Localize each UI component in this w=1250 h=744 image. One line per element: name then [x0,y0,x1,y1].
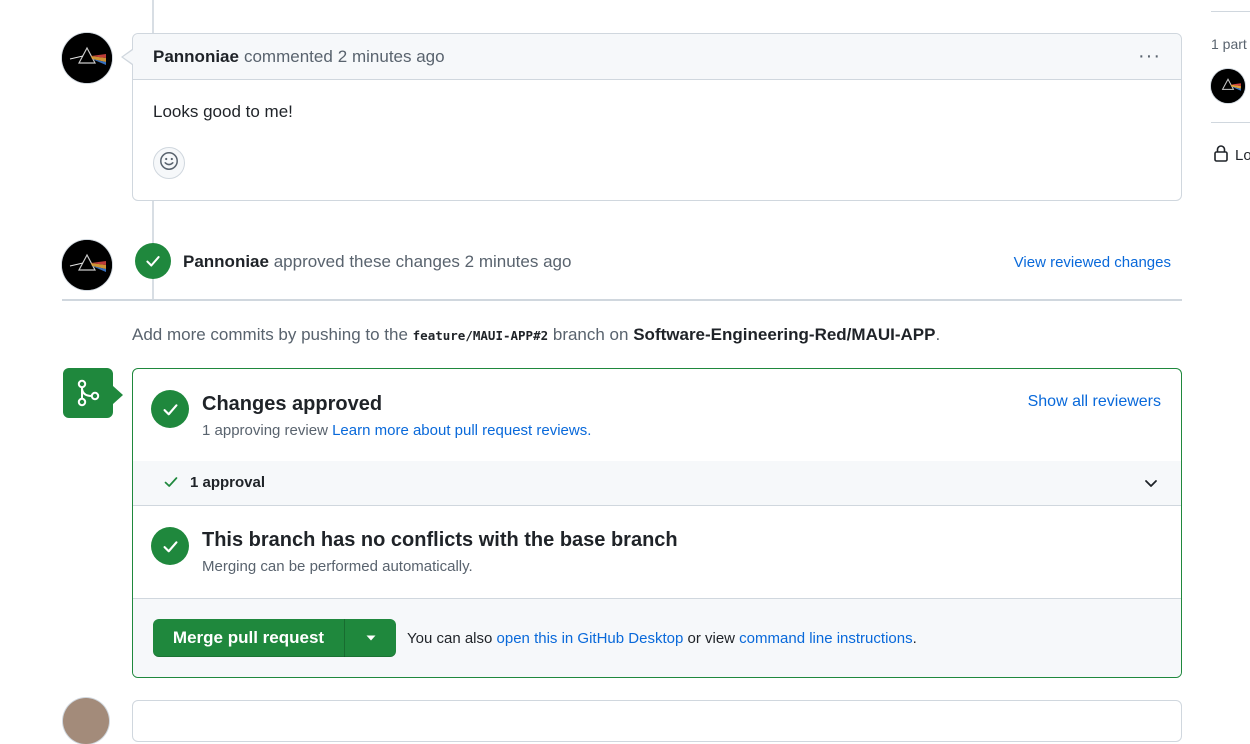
alt-prefix: You can also [407,630,493,647]
smiley-icon [159,151,179,176]
hint-middle: branch on [552,325,629,344]
github-desktop-link[interactable]: open this in GitHub Desktop [497,630,684,647]
check-circle-icon [151,527,189,565]
merge-options-dropdown[interactable] [345,619,396,657]
alt-suffix: . [912,630,917,647]
avatar[interactable] [62,33,112,83]
merge-button-group: Merge pull request [153,619,396,657]
lock-label: Lo [1235,146,1250,164]
participants-label: 1 part [1211,36,1247,52]
sidebar-divider [1211,122,1250,123]
comment-time[interactable]: 2 minutes ago [338,47,445,67]
participant-avatar[interactable] [1211,69,1245,103]
review-summary: Pannoniae approved these changes 2 minut… [183,252,571,272]
approvals-label: 1 approval [190,474,266,491]
no-conflicts-subtitle: Merging can be performed automatically. [202,558,473,575]
merge-caret [113,386,123,404]
avatar[interactable] [62,240,112,290]
lock-conversation[interactable]: Lo [1213,144,1250,166]
merge-actions: Merge pull request You can also open thi… [133,599,1181,677]
git-merge-icon [63,368,113,418]
review-time[interactable]: 2 minutes ago [465,252,572,271]
add-reaction-button[interactable] [153,147,185,179]
review-author[interactable]: Pannoniae [183,252,269,271]
comment-box [132,700,1182,742]
comment-header: Pannoniae commented 2 minutes ago ··· [133,34,1181,80]
changes-approved-subtitle: 1 approving review Learn more about pull… [202,422,591,439]
view-reviewed-changes-link[interactable]: View reviewed changes [1014,254,1171,271]
merge-pull-request-button[interactable]: Merge pull request [153,619,344,657]
approved-check-icon [135,243,171,279]
more-options-button[interactable]: ··· [1138,45,1161,68]
hint-prefix: Add more commits by pushing to the [132,325,408,344]
approving-count: 1 approving review [202,422,328,439]
show-all-reviewers-link[interactable]: Show all reviewers [1028,393,1161,411]
comment-action: commented [243,46,333,66]
comment-body: Looks good to me! [153,102,293,121]
learn-more-link[interactable]: Learn more about pull request reviews. [332,422,591,439]
changes-approved-title: Changes approved [202,393,383,415]
push-hint: Add more commits by pushing to the featu… [132,325,940,345]
no-conflicts-title: This branch has no conflicts with the ba… [202,529,678,551]
check-circle-icon [151,390,189,428]
triangle-down-icon [365,629,377,647]
comment-caret-inner [123,50,133,64]
approvals-toggle[interactable]: 1 approval [133,461,1181,506]
merge-box: Changes approved 1 approving review Lear… [132,368,1182,678]
avatar[interactable] [63,698,109,744]
no-conflicts-section: This branch has no conflicts with the ba… [133,506,1181,599]
repo-name: Software-Engineering-Red/MAUI-APP [633,325,936,344]
timeline-line [152,0,154,33]
alt-middle: or view [687,630,735,647]
hint-suffix: . [935,325,941,344]
changes-approved-section: Changes approved 1 approving review Lear… [133,369,1181,461]
sidebar-divider [1211,11,1250,12]
chevron-down-icon [1143,475,1159,496]
alt-merge-text: You can also open this in GitHub Desktop… [407,630,917,647]
review-action: approved these changes [273,252,460,271]
comment-box: Pannoniae commented 2 minutes ago ··· Lo… [132,33,1182,201]
command-line-link[interactable]: command line instructions [739,630,912,647]
comment-author[interactable]: Pannoniae [153,47,239,67]
check-icon [163,474,179,495]
timeline-divider [62,299,1182,301]
lock-icon [1213,144,1229,166]
branch-name: feature/MAUI-APP#2 [412,328,549,343]
